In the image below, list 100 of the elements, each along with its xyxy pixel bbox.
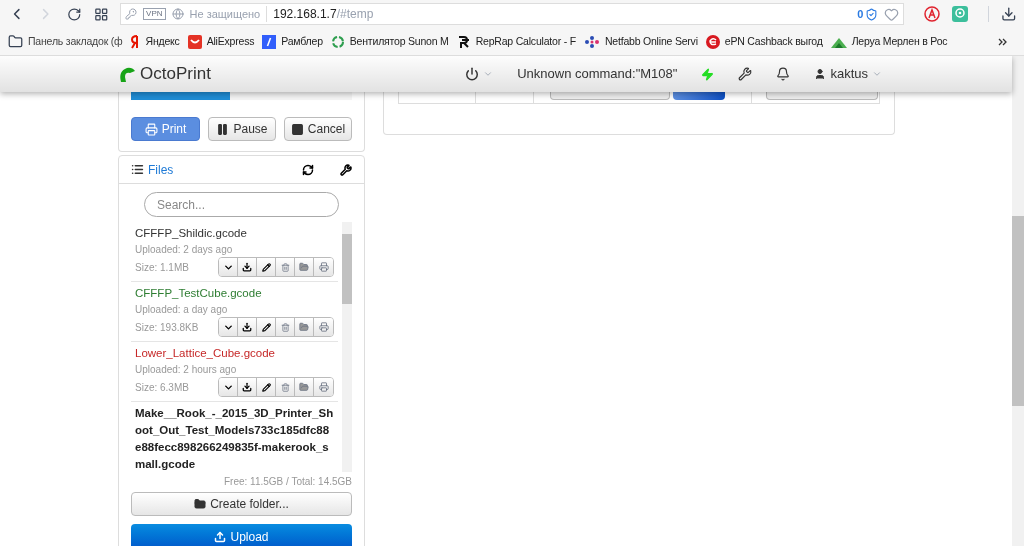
download-button[interactable]	[238, 258, 257, 276]
create-folder-button[interactable]: Create folder...	[131, 492, 352, 516]
lightning-icon	[701, 67, 715, 81]
expand-button[interactable]	[219, 378, 238, 396]
download-icon[interactable]	[1000, 6, 1017, 22]
expand-button[interactable]	[219, 318, 238, 336]
reload-icon[interactable]	[66, 6, 82, 22]
folder-icon	[299, 262, 309, 272]
printer-icon	[144, 122, 158, 136]
folder-icon	[299, 322, 309, 332]
bookmark-link[interactable]: Панель закладок (ф	[8, 33, 123, 50]
move-button[interactable]	[295, 378, 314, 396]
download-button[interactable]	[238, 378, 257, 396]
printer-icon	[318, 382, 329, 392]
download-button[interactable]	[238, 318, 257, 336]
printer-icon	[318, 262, 329, 272]
search-field[interactable]: Search...	[144, 192, 339, 217]
url-text: 192.168.1.7/#temp	[273, 6, 374, 23]
brand-name[interactable]: OctoPrint	[140, 61, 211, 87]
download-icon	[242, 262, 252, 272]
edit-button[interactable]	[257, 378, 276, 396]
shield-icon	[865, 7, 879, 21]
cancel-button[interactable]: Cancel	[284, 117, 352, 141]
power-menu[interactable]	[465, 67, 494, 81]
user-menu[interactable]: kaktus	[814, 64, 882, 84]
file-size: Size: 6.3MB	[135, 380, 189, 395]
status-message: Unknown command:"M108"	[517, 65, 678, 84]
trash-icon	[280, 382, 290, 392]
stop-icon	[290, 122, 304, 136]
file-name: Lower_Lattice_Cube.gcode	[135, 346, 277, 361]
wrench-icon[interactable]	[738, 67, 753, 81]
edit-button[interactable]	[257, 258, 276, 276]
caret-icon	[483, 69, 494, 79]
print-button[interactable]	[314, 258, 333, 276]
letter-mark-icon	[130, 34, 141, 49]
trash-icon	[280, 262, 290, 272]
folder-icon	[194, 498, 207, 510]
tabs-grid-icon[interactable]	[93, 6, 109, 22]
bookmark-link[interactable]: AliExpress	[187, 33, 255, 50]
bookmark-link[interactable]: Вентилятор Sunon M	[330, 33, 449, 50]
file-size: Size: 193.8KB	[135, 320, 199, 335]
user-icon	[814, 68, 827, 80]
bag-icon	[187, 34, 202, 49]
pencil-icon	[261, 262, 271, 272]
vpn-badge: VPN	[143, 8, 166, 20]
circle-logo-icon	[705, 34, 720, 49]
address-bar[interactable]: VPN Не защищено 192.168.1.7/#temp 0	[120, 3, 905, 25]
bookmark-link[interactable]: ePN Cashback выгод	[705, 33, 823, 50]
bell-icon[interactable]	[776, 67, 791, 81]
pencil-icon	[261, 382, 271, 392]
upload-time: Uploaded: 2 hours ago	[135, 363, 238, 377]
wrench-icon[interactable]	[340, 163, 352, 176]
pause-button[interactable]: Pause	[208, 117, 276, 141]
files-tab[interactable]: Files	[131, 160, 174, 179]
ring-icon	[330, 34, 345, 49]
storage-usage: Free: 11.5GB / Total: 14.5GB	[222, 475, 353, 489]
pause-icon	[216, 122, 230, 136]
file-name: CFFFP_Shildic.gcode	[135, 226, 248, 241]
download-icon	[242, 382, 252, 392]
logo-icon	[118, 65, 136, 83]
move-button[interactable]	[295, 318, 314, 336]
trash-icon	[280, 322, 290, 332]
bookmark-link[interactable]: Леруа Мерлен в Рос	[830, 33, 948, 50]
dots-icon	[583, 34, 600, 49]
bookmark-link[interactable]: Netfabb Online Servi	[583, 33, 698, 50]
file-entry[interactable]: Lower_Lattice_Cube.gcode Uploaded: 2 hours ago Size: 6.3MB	[131, 342, 338, 402]
folder-icon	[299, 382, 309, 392]
more-chevrons-icon[interactable]	[998, 36, 1008, 47]
upload-time: Uploaded: 2 days ago	[135, 243, 234, 257]
file-name: CFFFP_TestCube.gcode	[135, 286, 263, 301]
security-label: Не защищено	[189, 5, 268, 23]
caret-icon	[872, 69, 882, 79]
heart-icon[interactable]	[884, 6, 900, 22]
print-button[interactable]	[314, 318, 333, 336]
globe-icon	[171, 8, 184, 20]
tracker-count: 0	[857, 6, 864, 22]
adblock-icon[interactable]	[924, 6, 940, 22]
power-icon	[465, 67, 480, 81]
bookmark-link[interactable]: RepRap Calculator - F	[456, 33, 576, 50]
bookmark-link[interactable]: Яндекс	[130, 33, 180, 50]
edit-button[interactable]	[257, 318, 276, 336]
download-icon	[242, 322, 252, 332]
file-entry[interactable]: CFFFP_TestCube.gcode Uploaded: a day ago Size: 193.8KB	[131, 282, 338, 342]
upload-button[interactable]: Upload	[131, 524, 352, 546]
pencil-icon	[261, 322, 271, 332]
print-button[interactable]	[314, 378, 333, 396]
slash-icon	[262, 34, 277, 49]
expand-button[interactable]	[219, 258, 238, 276]
file-entry[interactable]: CFFFP_Shildic.gcode Uploaded: 2 days ago Size: 1.1MB	[131, 222, 338, 282]
printer-icon	[318, 322, 329, 332]
logo-icon	[456, 34, 471, 49]
upload-time: Uploaded: a day ago	[135, 303, 229, 317]
page-scrollbar[interactable]	[1012, 56, 1024, 546]
scrollbar[interactable]	[342, 222, 352, 472]
file-size: Size: 1.1MB	[135, 260, 189, 275]
bookmark-link[interactable]: Рамблер	[262, 33, 323, 50]
refresh-icon[interactable]	[302, 163, 314, 176]
list-icon	[131, 163, 144, 176]
move-button[interactable]	[295, 258, 314, 276]
upload-icon	[214, 531, 227, 543]
